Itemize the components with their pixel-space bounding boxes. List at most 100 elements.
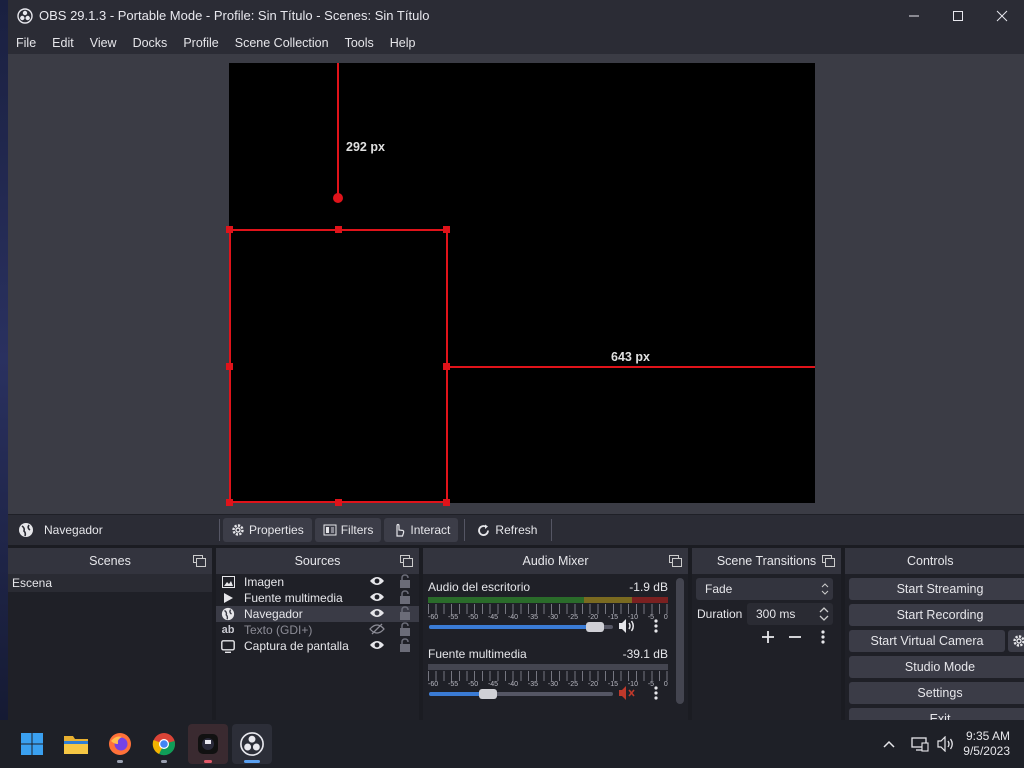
- close-button[interactable]: [980, 0, 1024, 31]
- selection-box[interactable]: [229, 229, 448, 503]
- resize-handle-tl[interactable]: [226, 226, 233, 233]
- start-button[interactable]: [12, 724, 52, 764]
- resize-handle-bc[interactable]: [335, 499, 342, 506]
- source-item-texto[interactable]: ab Texto (GDI+): [216, 622, 419, 638]
- virtual-camera-settings-button[interactable]: [1008, 630, 1024, 652]
- resize-handle-tc[interactable]: [335, 226, 342, 233]
- audio-mixer-body: Audio del escritorio -1.9 dB -60 -55 -50 -4…: [423, 574, 688, 720]
- volume-slider[interactable]: [429, 689, 613, 699]
- scenes-title: Scenes: [89, 554, 131, 568]
- menu-help[interactable]: Help: [382, 36, 424, 50]
- obs-logo-icon: [240, 732, 264, 756]
- studio-mode-button[interactable]: Studio Mode: [849, 656, 1024, 678]
- sources-list: Imagen Fuente multimedia Navegador ab Te…: [216, 574, 419, 720]
- undock-icon[interactable]: [822, 555, 835, 567]
- eye-icon[interactable]: [369, 575, 385, 587]
- obs-logo-icon: [17, 7, 33, 24]
- speaker-muted-icon[interactable]: [618, 685, 636, 701]
- transition-selected: Fade: [705, 582, 733, 596]
- menu-scene-collection[interactable]: Scene Collection: [227, 36, 337, 50]
- controls-dock: Controls Start Streaming Start Recording…: [845, 548, 1024, 720]
- more-vertical-icon[interactable]: [820, 629, 826, 645]
- channel-name: Fuente multimedia: [428, 647, 527, 661]
- properties-button[interactable]: Properties: [223, 518, 312, 542]
- filters-button[interactable]: Filters: [314, 518, 382, 542]
- channel-name: Audio del escritorio: [428, 580, 531, 594]
- controls-title: Controls: [907, 554, 954, 568]
- menu-view[interactable]: View: [82, 36, 125, 50]
- clock-time: 9:35 AM: [965, 729, 1010, 743]
- meter-ticks: [428, 604, 668, 614]
- start-streaming-button[interactable]: Start Streaming: [849, 578, 1024, 600]
- menu-profile[interactable]: Profile: [175, 36, 226, 50]
- taskbar-camera-app[interactable]: [188, 724, 228, 764]
- add-transition-icon[interactable]: [761, 630, 775, 644]
- lock-icon[interactable]: [399, 606, 411, 620]
- more-vertical-icon[interactable]: [653, 618, 659, 634]
- source-item-navegador[interactable]: Navegador: [216, 606, 419, 622]
- resize-handle-bl[interactable]: [226, 499, 233, 506]
- spinner-icon[interactable]: [819, 606, 829, 622]
- taskbar-firefox[interactable]: [100, 724, 140, 764]
- menu-docks[interactable]: Docks: [125, 36, 176, 50]
- resize-handle-mr[interactable]: [443, 363, 450, 370]
- source-label: Imagen: [244, 575, 285, 589]
- speaker-icon[interactable]: [618, 618, 636, 634]
- rotation-handle[interactable]: [333, 193, 343, 203]
- toolbar-separator: [551, 519, 553, 541]
- refresh-button[interactable]: Refresh: [468, 518, 545, 542]
- taskbar-obs[interactable]: [232, 724, 272, 764]
- scene-item[interactable]: Escena: [8, 574, 212, 592]
- eye-icon[interactable]: [369, 607, 385, 619]
- lock-icon[interactable]: [399, 574, 411, 588]
- volume-slider[interactable]: [429, 622, 613, 632]
- menu-tools[interactable]: Tools: [337, 36, 382, 50]
- resize-handle-tr[interactable]: [443, 226, 450, 233]
- mixer-scrollbar[interactable]: [676, 578, 684, 704]
- source-item-captura-pantalla[interactable]: Captura de pantalla: [216, 638, 419, 654]
- lock-icon[interactable]: [399, 638, 411, 652]
- controls-header: Controls: [845, 548, 1024, 574]
- preview-canvas[interactable]: 292 px 643 px: [226, 63, 815, 506]
- start-recording-button[interactable]: Start Recording: [849, 604, 1024, 626]
- start-virtual-camera-button[interactable]: Start Virtual Camera: [849, 630, 1005, 652]
- undock-icon[interactable]: [193, 555, 206, 567]
- settings-button[interactable]: Settings: [849, 682, 1024, 704]
- resize-handle-ml[interactable]: [226, 363, 233, 370]
- taskbar-chrome[interactable]: [144, 724, 184, 764]
- source-item-imagen[interactable]: Imagen: [216, 574, 419, 590]
- refresh-label: Refresh: [495, 523, 538, 537]
- network-icon[interactable]: [911, 736, 929, 752]
- undock-icon[interactable]: [669, 555, 682, 567]
- lock-icon[interactable]: [399, 590, 411, 604]
- eye-icon[interactable]: [369, 591, 385, 603]
- lock-icon[interactable]: [399, 622, 411, 636]
- menu-file[interactable]: File: [8, 36, 44, 50]
- undock-icon[interactable]: [400, 555, 413, 567]
- transition-select[interactable]: Fade: [696, 578, 833, 600]
- exit-button[interactable]: Exit: [849, 708, 1024, 720]
- duration-input[interactable]: 300 ms: [747, 603, 833, 625]
- eye-hidden-icon[interactable]: [369, 623, 385, 635]
- volume-icon[interactable]: [937, 736, 955, 752]
- remove-transition-icon[interactable]: [788, 630, 802, 644]
- resize-handle-br[interactable]: [443, 499, 450, 506]
- close-icon: [996, 10, 1008, 21]
- maximize-icon: [953, 10, 963, 21]
- chevron-up-icon[interactable]: [883, 740, 895, 748]
- interact-button[interactable]: Interact: [384, 518, 459, 542]
- minimize-button[interactable]: [892, 0, 936, 31]
- source-item-fuente-multimedia[interactable]: Fuente multimedia: [216, 590, 419, 606]
- scenes-dock-header: Scenes: [8, 548, 212, 574]
- more-vertical-icon[interactable]: [653, 685, 659, 701]
- menu-edit[interactable]: Edit: [44, 36, 82, 50]
- clock[interactable]: 9:35 AM 9/5/2023: [955, 729, 1024, 759]
- duration-value: 300 ms: [756, 607, 796, 621]
- duration-label: Duration: [697, 607, 743, 621]
- selection-overlay: [226, 63, 815, 506]
- maximize-button[interactable]: [936, 0, 980, 31]
- source-label: Texto (GDI+): [244, 623, 313, 637]
- window-title: OBS 29.1.3 - Portable Mode - Profile: Si…: [39, 8, 430, 23]
- eye-icon[interactable]: [369, 639, 385, 651]
- taskbar-file-explorer[interactable]: [56, 724, 96, 764]
